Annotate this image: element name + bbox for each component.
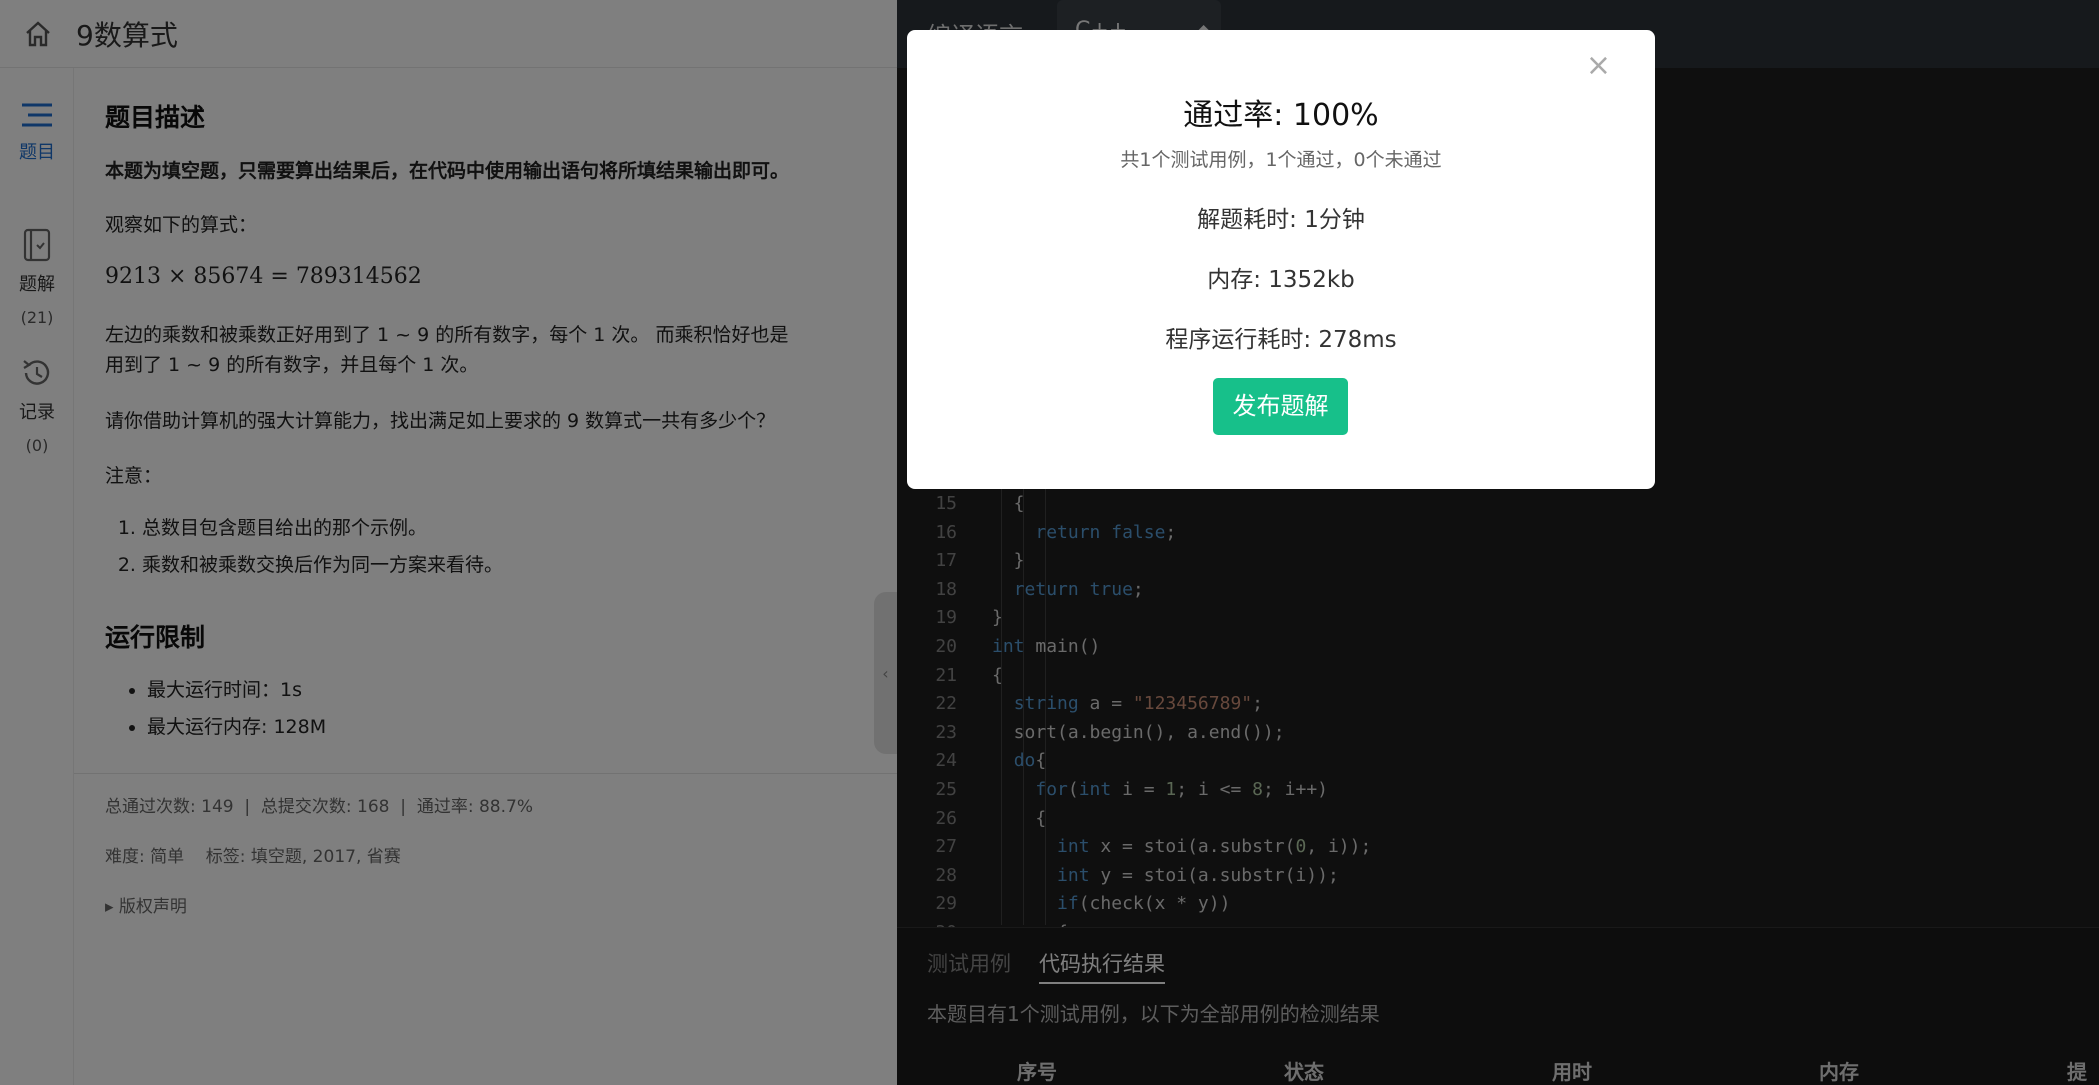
result-dialog: × 通过率: 100% 共1个测试用例，1个通过，0个未通过 解题耗时: 1分钟… [907, 30, 1655, 489]
test-summary: 共1个测试用例，1个通过，0个未通过 [1120, 149, 1442, 171]
run-time: 程序运行耗时: 278ms [1165, 327, 1397, 353]
publish-solution-button[interactable]: 发布题解 [1213, 378, 1348, 435]
close-icon[interactable]: × [1586, 48, 1611, 83]
pass-rate: 通过率: 100% [1183, 98, 1379, 133]
memory-usage: 内存: 1352kb [1207, 267, 1355, 293]
solve-time: 解题耗时: 1分钟 [1197, 207, 1365, 233]
